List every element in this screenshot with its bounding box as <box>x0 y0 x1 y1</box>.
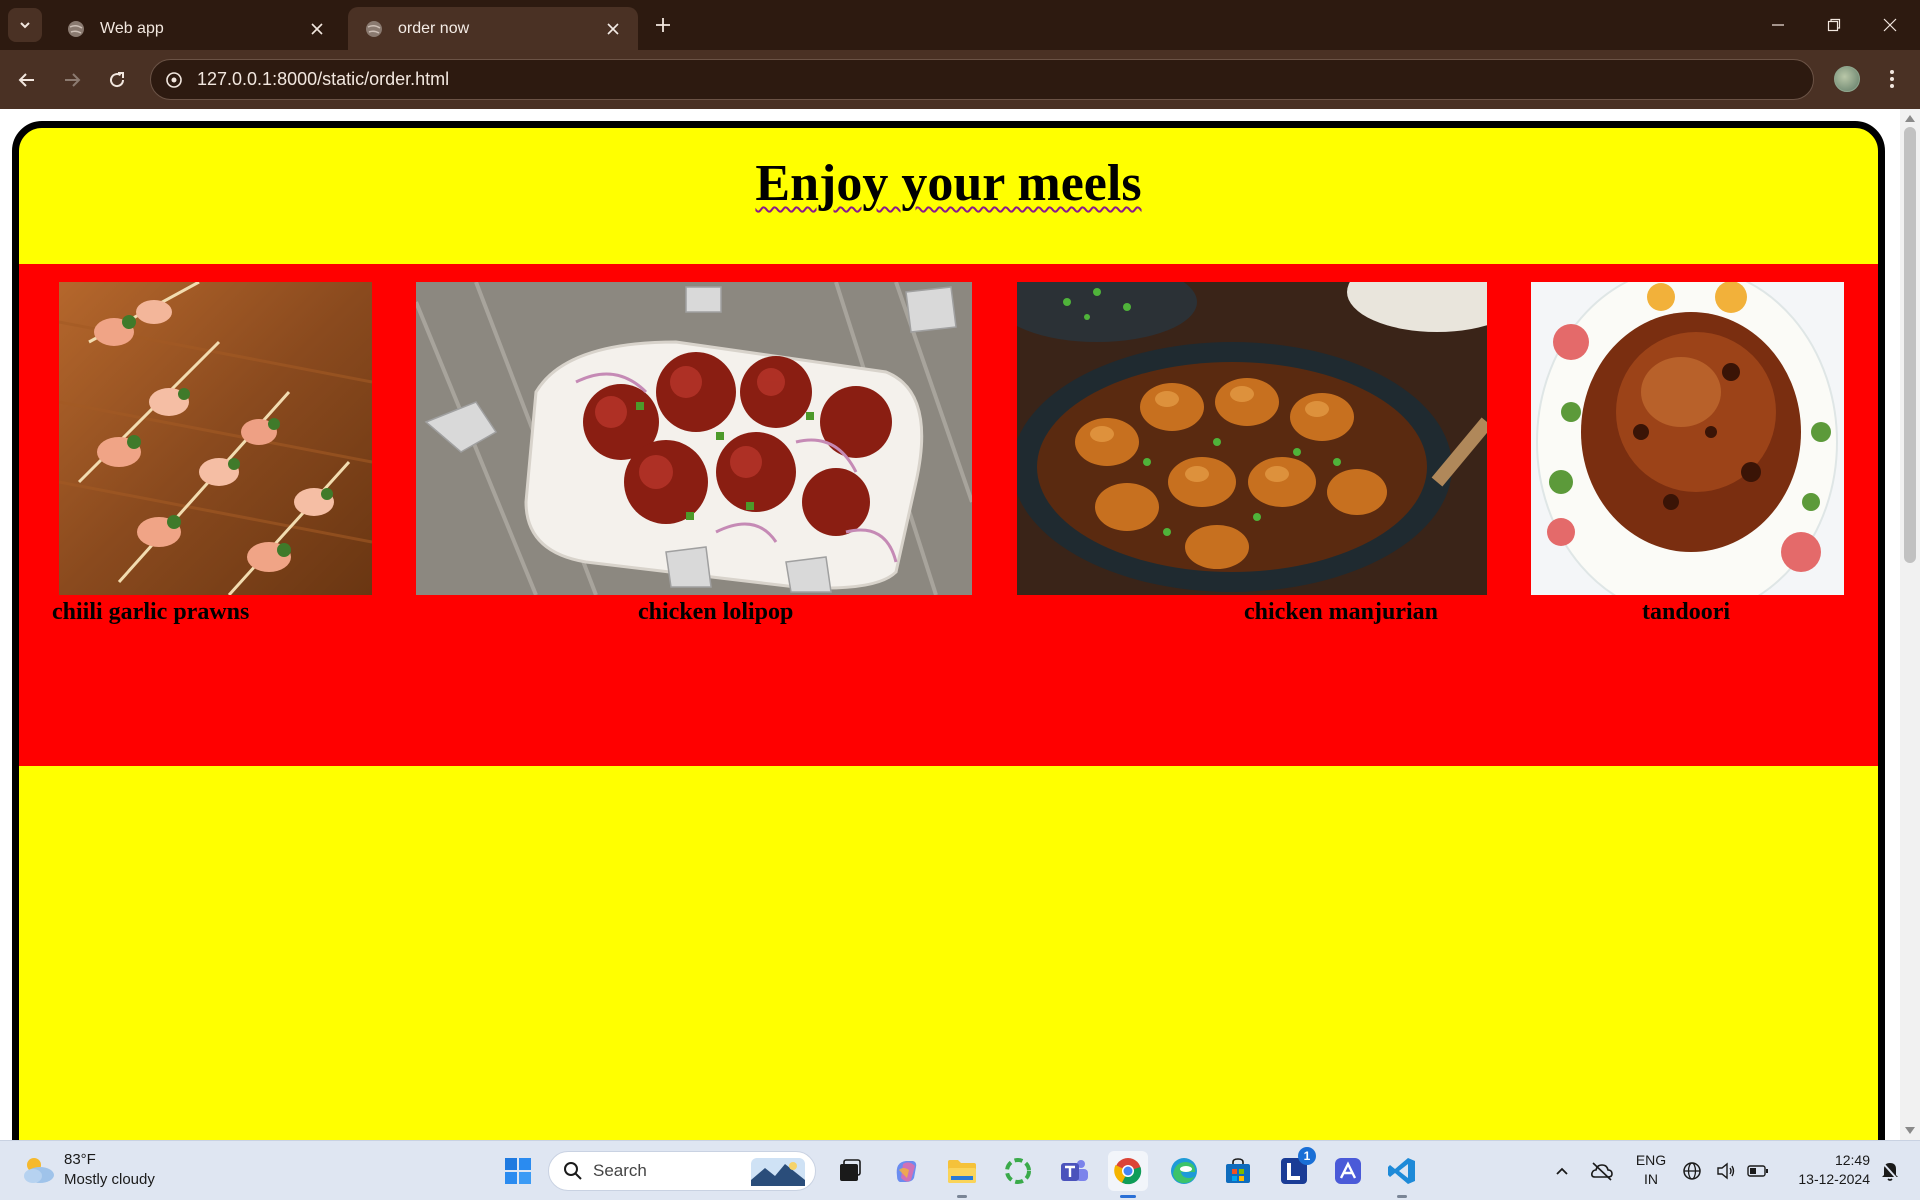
dish-label: chiili garlic prawns <box>52 599 250 625</box>
new-tab-button[interactable] <box>648 10 678 40</box>
triangle-app-icon <box>1335 1158 1361 1184</box>
vscode-button[interactable] <box>1382 1151 1422 1198</box>
dish-label: chicken lolipop <box>638 599 794 625</box>
scroll-thumb[interactable] <box>1904 127 1916 563</box>
close-window-button[interactable] <box>1862 0 1918 50</box>
minimize-button[interactable] <box>1750 0 1806 50</box>
cloud-offline-icon <box>1591 1162 1613 1181</box>
tab-strip: Web app order now <box>0 0 1920 50</box>
forward-button[interactable] <box>55 63 89 97</box>
notification-badge: 1 <box>1298 1147 1316 1165</box>
file-explorer-button[interactable] <box>942 1151 982 1198</box>
tab-title: Web app <box>100 19 164 37</box>
scroll-down-icon[interactable] <box>1905 1127 1915 1134</box>
show-hidden-icons-button[interactable] <box>1542 1151 1582 1191</box>
taskbar-search[interactable]: Search <box>548 1151 816 1191</box>
arrow-left-icon <box>18 73 34 87</box>
battery-icon <box>1747 1165 1768 1177</box>
tab-order-now[interactable]: order now <box>348 7 638 50</box>
address-bar[interactable]: 127.0.0.1:8000/static/order.html <box>150 59 1814 100</box>
vertical-scrollbar[interactable] <box>1900 109 1920 1140</box>
profile-avatar[interactable] <box>1834 66 1860 92</box>
ring-app-icon <box>1005 1158 1031 1184</box>
reload-button[interactable] <box>100 63 134 97</box>
bell-icon <box>1881 1161 1899 1181</box>
launcher-l-button[interactable]: 1 <box>1274 1147 1316 1191</box>
start-button[interactable] <box>498 1151 538 1191</box>
tab-web-app[interactable]: Web app <box>50 7 342 50</box>
battery-button[interactable] <box>1744 1151 1772 1191</box>
edge-icon <box>1171 1158 1197 1184</box>
dish-image[interactable] <box>1017 282 1487 595</box>
dish-image[interactable] <box>416 282 972 595</box>
network-button[interactable] <box>1678 1151 1706 1191</box>
teams-icon <box>1061 1160 1088 1181</box>
scroll-up-icon[interactable] <box>1905 115 1915 122</box>
onedrive-button[interactable] <box>1582 1151 1622 1191</box>
language-indicator[interactable]: ENG IN <box>1626 1151 1676 1189</box>
weather-widget[interactable]: 83°F Mostly cloudy <box>20 1150 155 1190</box>
clock-date: 13-12-2024 <box>1798 1171 1870 1187</box>
reload-icon <box>110 72 125 88</box>
globe-icon <box>1683 1162 1701 1180</box>
weather-condition: Mostly cloudy <box>64 1171 155 1188</box>
restore-button[interactable] <box>1806 0 1862 50</box>
cloud-icon <box>24 1158 54 1183</box>
chrome-button[interactable] <box>1108 1151 1148 1198</box>
speaker-icon <box>1717 1162 1735 1180</box>
store-button[interactable] <box>1218 1151 1258 1191</box>
close-icon <box>1883 18 1897 32</box>
dish-image[interactable] <box>59 282 372 595</box>
arrow-right-icon <box>65 73 81 87</box>
globe-icon <box>366 20 382 37</box>
dev-app-button[interactable] <box>1328 1151 1368 1191</box>
restore-icon <box>1827 18 1841 32</box>
taskbar: 83°F Mostly cloudy Search 1 ENG IN 12:49… <box>0 1140 1920 1200</box>
close-icon[interactable] <box>602 18 624 40</box>
chevron-up-icon <box>1556 1167 1568 1175</box>
tab-search-button[interactable] <box>8 8 42 42</box>
store-icon <box>1226 1158 1250 1183</box>
chevron-down-icon <box>20 22 30 29</box>
clock-time: 12:49 <box>1834 1152 1870 1168</box>
search-icon <box>564 1162 582 1180</box>
back-button[interactable] <box>10 63 44 97</box>
windows-icon <box>505 1158 531 1184</box>
weather-temp: 83°F <box>64 1151 96 1168</box>
volume-button[interactable] <box>1712 1151 1740 1191</box>
page-title: Enjoy your meels <box>755 155 1142 212</box>
menu-button[interactable] <box>1880 62 1904 96</box>
chrome-icon <box>1114 1158 1142 1185</box>
order-card: Enjoy your meels chiili garlic prawns ch… <box>12 121 1885 1140</box>
search-highlight-icon <box>751 1158 805 1186</box>
clock[interactable]: 12:49 13-12-2024 <box>1782 1151 1870 1189</box>
plus-icon <box>656 18 670 32</box>
search-placeholder: Search <box>593 1161 647 1180</box>
app-ring-button[interactable] <box>998 1151 1038 1191</box>
more-vert-icon <box>1890 70 1894 88</box>
dish-label: tandoori <box>1642 599 1731 625</box>
tab-title: order now <box>398 19 470 37</box>
site-info-icon[interactable] <box>163 69 185 91</box>
notifications-button[interactable] <box>1876 1151 1904 1191</box>
vscode-icon <box>1388 1158 1415 1184</box>
dish-image[interactable] <box>1531 282 1844 595</box>
task-view-button[interactable] <box>830 1151 870 1191</box>
copilot-button[interactable] <box>886 1151 926 1191</box>
teams-button[interactable] <box>1054 1151 1094 1191</box>
folder-icon <box>948 1160 976 1183</box>
dish-label: chicken manjurian <box>1244 599 1439 625</box>
edge-button[interactable] <box>1164 1151 1204 1191</box>
globe-icon <box>68 20 84 37</box>
page-viewport: Enjoy your meels chiili garlic prawns ch… <box>0 109 1920 1140</box>
minimize-icon <box>1772 24 1784 26</box>
close-icon[interactable] <box>306 18 328 40</box>
copilot-icon <box>896 1161 917 1182</box>
url-text[interactable]: 127.0.0.1:8000/static/order.html <box>197 69 449 90</box>
task-view-icon <box>840 1159 861 1181</box>
